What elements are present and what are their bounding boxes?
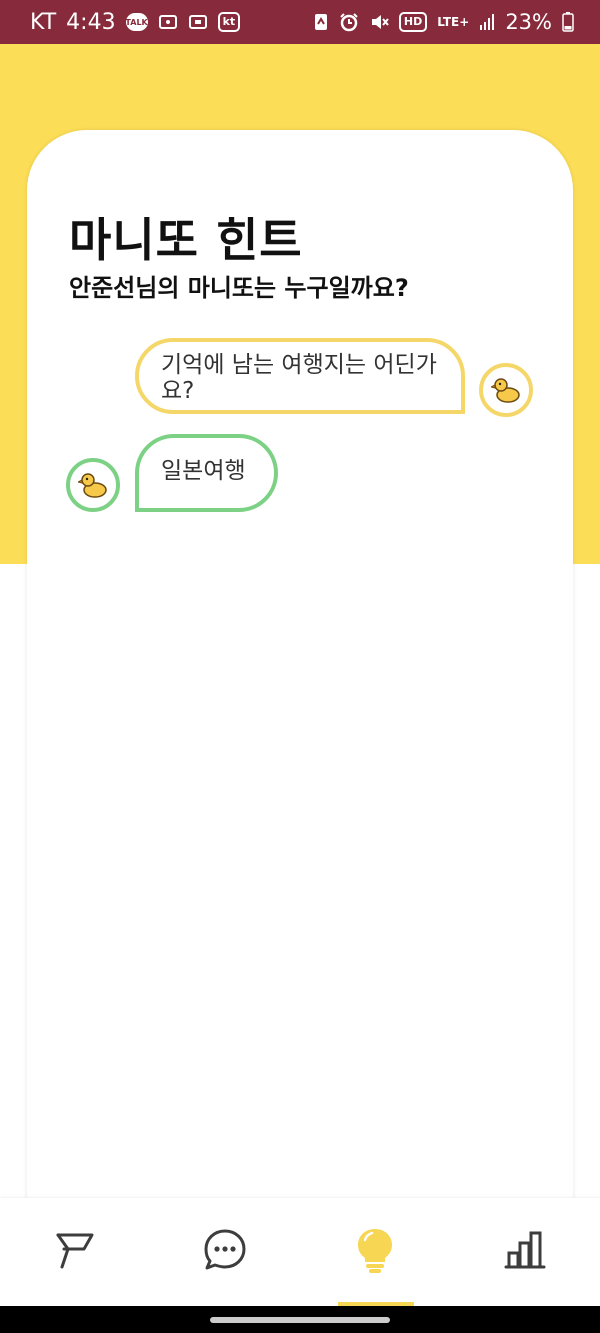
- signal-icon: [479, 11, 495, 33]
- mute-icon: [369, 11, 389, 33]
- page-title: 마니또 힌트: [69, 213, 303, 267]
- alarm-icon: [339, 11, 359, 33]
- carrier-label: KT: [30, 9, 57, 35]
- lightbulb-icon: [354, 1226, 396, 1278]
- screen-capture-icon: [188, 11, 208, 33]
- battery-percent: 23%: [505, 10, 552, 34]
- kt-app-icon: kt: [217, 11, 241, 33]
- hint-card: 마니또 힌트 안준선님의 마니또는 누구일까요? 기억에 남는 여행지는 어딘가…: [27, 130, 573, 1210]
- system-navigation-bar: [0, 1306, 600, 1333]
- nav-item-mission[interactable]: [0, 1198, 150, 1306]
- duck-icon: [66, 458, 120, 512]
- home-handle[interactable]: [210, 1317, 390, 1323]
- nav-item-stats[interactable]: [450, 1198, 600, 1306]
- chat-bubble-icon: [202, 1227, 248, 1277]
- nav-item-chat[interactable]: [150, 1198, 300, 1306]
- answer-bubble: 일본여행: [135, 434, 278, 512]
- battery-icon: [562, 11, 574, 33]
- status-bar: KT 4:43 TALK kt HD LTE+ 23%: [0, 0, 600, 44]
- question-bubble: 기억에 남는 여행지는 어딘가요?: [135, 338, 465, 414]
- clock: 4:43: [66, 9, 116, 35]
- page-subtitle: 안준선님의 마니또는 누구일까요?: [69, 274, 409, 302]
- hd-voice-icon: HD: [398, 11, 428, 33]
- lte-icon: LTE+: [437, 15, 470, 29]
- kakaotalk-icon: TALK: [125, 11, 148, 33]
- duck-icon: [479, 363, 533, 417]
- bottom-navigation: [0, 1198, 600, 1306]
- flag-icon: [52, 1229, 98, 1275]
- nfc-icon: [313, 11, 329, 33]
- status-right: HD LTE+ 23%: [313, 10, 574, 34]
- status-left: KT 4:43 TALK kt: [30, 9, 241, 35]
- bar-chart-icon: [502, 1229, 548, 1275]
- screen-record-icon: [158, 11, 178, 33]
- nav-item-hint[interactable]: [300, 1198, 450, 1306]
